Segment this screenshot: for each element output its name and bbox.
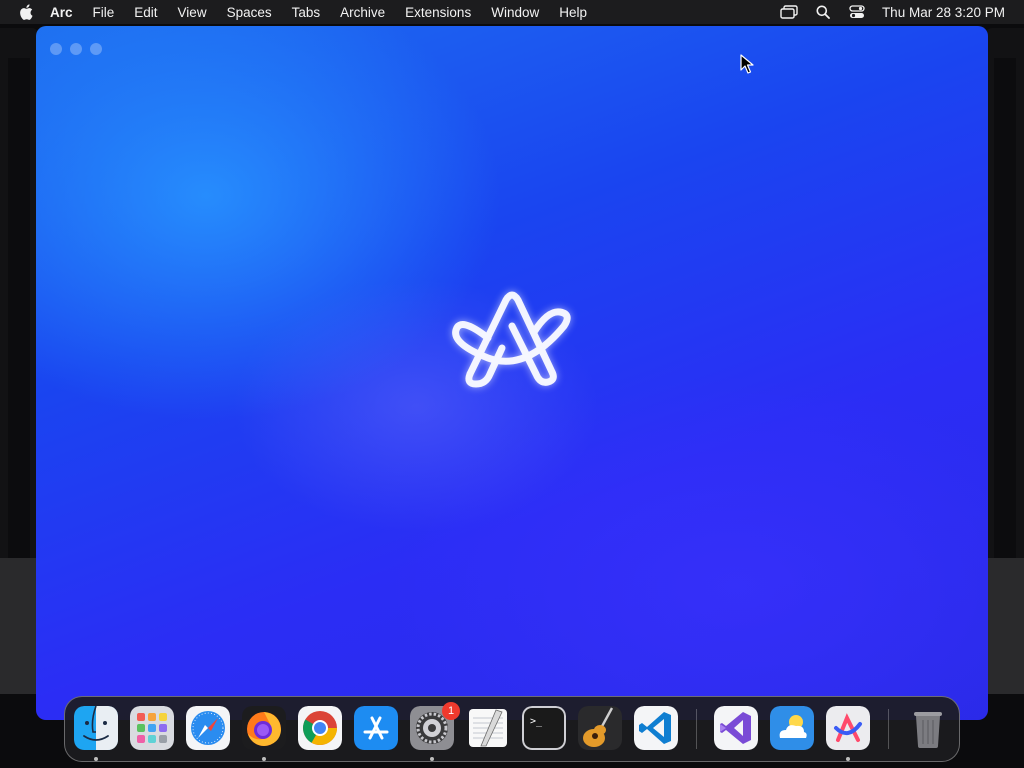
dock-separator-trash	[888, 709, 889, 749]
menu-view[interactable]: View	[178, 5, 207, 20]
control-center-icon[interactable]	[848, 4, 866, 20]
garageband-icon[interactable]	[578, 706, 622, 750]
menu-file[interactable]: File	[93, 5, 115, 20]
menu-archive[interactable]: Archive	[340, 5, 385, 20]
firefox-icon[interactable]	[242, 706, 286, 750]
finder-running-indicator	[94, 757, 98, 761]
arc-running-indicator	[846, 757, 850, 761]
background-window-left-content	[8, 58, 30, 578]
background-window-right-content	[994, 58, 1016, 578]
firefox-running-indicator	[262, 757, 266, 761]
window-controls	[50, 43, 102, 55]
menu-tabs[interactable]: Tabs	[292, 5, 321, 20]
safari-icon[interactable]	[186, 706, 230, 750]
apple-menu-icon[interactable]	[19, 4, 35, 20]
arc-logo-icon	[452, 291, 571, 388]
textedit-icon[interactable]	[466, 706, 510, 750]
vscode-icon[interactable]	[634, 706, 678, 750]
terminal-icon[interactable]: >_	[522, 706, 566, 750]
menu-clock[interactable]: Thu Mar 28 3:20 PM	[882, 5, 1005, 20]
menu-window[interactable]: Window	[491, 5, 539, 20]
finder-icon[interactable]	[74, 706, 118, 750]
arc-icon[interactable]	[826, 706, 870, 750]
arc-window[interactable]	[36, 26, 988, 720]
weather-icon[interactable]	[770, 706, 814, 750]
dock-separator	[696, 709, 697, 749]
menu-extensions[interactable]: Extensions	[405, 5, 471, 20]
background-window-left[interactable]	[0, 28, 38, 694]
background-window-right-lower	[986, 558, 1024, 694]
menu-help[interactable]: Help	[559, 5, 587, 20]
visual-studio-icon[interactable]	[714, 706, 758, 750]
minimize-window-button[interactable]	[70, 43, 82, 55]
dock: 1 >_	[64, 696, 960, 762]
background-window-right[interactable]	[986, 28, 1024, 694]
menu-spaces[interactable]: Spaces	[227, 5, 272, 20]
app-store-icon[interactable]	[354, 706, 398, 750]
menu-app-name[interactable]: Arc	[50, 5, 73, 20]
close-window-button[interactable]	[50, 43, 62, 55]
menu-bar: Arc File Edit View Spaces Tabs Archive E…	[0, 0, 1024, 24]
screen-mirroring-icon[interactable]	[780, 4, 798, 20]
mouse-cursor-icon	[740, 54, 754, 74]
menu-edit[interactable]: Edit	[134, 5, 157, 20]
settings-running-indicator	[430, 757, 434, 761]
trash-icon[interactable]	[906, 706, 950, 750]
zoom-window-button[interactable]	[90, 43, 102, 55]
chrome-icon[interactable]	[298, 706, 342, 750]
background-window-left-lower	[0, 558, 38, 694]
settings-badge: 1	[442, 702, 460, 720]
search-icon[interactable]	[814, 4, 832, 20]
launchpad-icon[interactable]	[130, 706, 174, 750]
svg-text:>_: >_	[530, 716, 543, 727]
